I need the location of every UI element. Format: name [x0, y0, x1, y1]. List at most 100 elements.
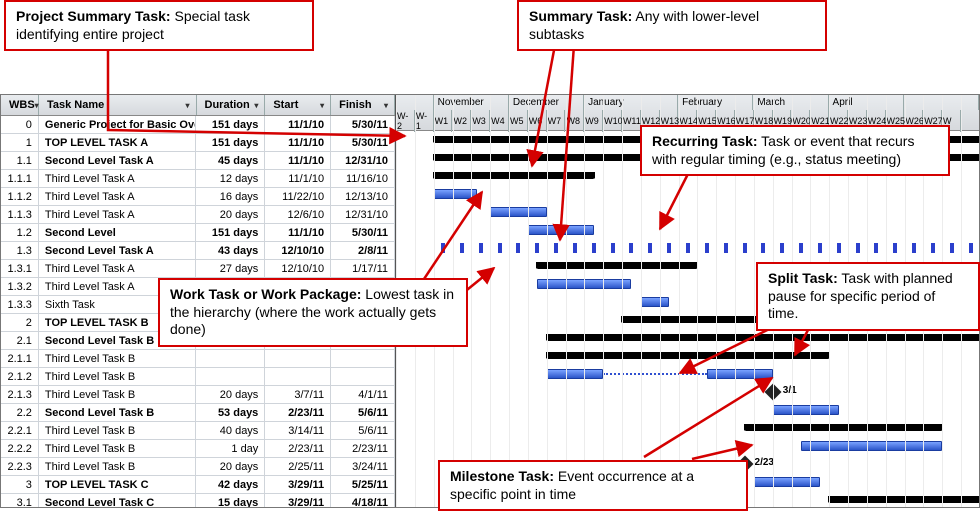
table-row[interactable]: 2.2Second Level Task B53 days2/23/115/6/… — [1, 404, 395, 422]
cell-wbs[interactable]: 1.3 — [1, 242, 39, 260]
cell-dur[interactable]: 27 days — [196, 260, 265, 278]
recurring-task-tick[interactable] — [460, 243, 464, 253]
cell-wbs[interactable]: 1.1.2 — [1, 188, 39, 206]
cell-dur[interactable]: 151 days — [196, 116, 265, 134]
table-row[interactable]: 3TOP LEVEL TASK C42 days3/29/115/25/11 — [1, 476, 395, 494]
recurring-task-tick[interactable] — [498, 243, 502, 253]
table-row[interactable]: 1TOP LEVEL TASK A151 days11/1/105/30/11 — [1, 134, 395, 152]
cell-finish[interactable]: 5/6/11 — [331, 404, 395, 422]
cell-dur[interactable]: 43 days — [196, 242, 265, 260]
recurring-task-tick[interactable] — [535, 243, 539, 253]
cell-dur[interactable]: 151 days — [196, 224, 265, 242]
cell-finish[interactable]: 5/25/11 — [331, 476, 395, 494]
col-header-start[interactable]: Start▾ — [265, 95, 331, 115]
cell-finish[interactable] — [331, 350, 395, 368]
recurring-task-tick[interactable] — [479, 243, 483, 253]
cell-finish[interactable]: 5/30/11 — [331, 116, 395, 134]
table-row[interactable]: 1.3Second Level Task A43 days12/10/102/8… — [1, 242, 395, 260]
cell-start[interactable] — [265, 350, 331, 368]
summary-task-bar[interactable] — [547, 352, 830, 359]
cell-finish[interactable]: 5/30/11 — [331, 224, 395, 242]
cell-name[interactable]: Generic Project for Basic Overview — [39, 116, 197, 134]
cell-wbs[interactable]: 1.2 — [1, 224, 39, 242]
cell-finish[interactable]: 2/8/11 — [331, 242, 395, 260]
cell-start[interactable]: 3/29/11 — [265, 494, 331, 507]
recurring-task-tick[interactable] — [648, 243, 652, 253]
cell-start[interactable]: 2/23/11 — [265, 440, 331, 458]
cell-dur[interactable]: 42 days — [196, 476, 265, 494]
cell-wbs[interactable]: 2.2.2 — [1, 440, 39, 458]
cell-wbs[interactable]: 2.2.3 — [1, 458, 39, 476]
table-row[interactable]: 0Generic Project for Basic Overview151 d… — [1, 116, 395, 134]
work-task-bar[interactable] — [801, 441, 942, 451]
recurring-task-tick[interactable] — [743, 243, 747, 253]
cell-wbs[interactable]: 2.2 — [1, 404, 39, 422]
table-row[interactable]: 3.1Second Level Task C15 days3/29/114/18… — [1, 494, 395, 507]
recurring-task-tick[interactable] — [912, 243, 916, 253]
recurring-task-tick[interactable] — [516, 243, 520, 253]
cell-name[interactable]: Second Level Task C — [39, 494, 197, 507]
cell-name[interactable]: Third Level Task A — [39, 260, 197, 278]
cell-name[interactable]: Third Level Task B — [39, 422, 197, 440]
recurring-task-tick[interactable] — [611, 243, 615, 253]
cell-finish[interactable]: 4/18/11 — [331, 494, 395, 507]
summary-task-bar[interactable] — [547, 334, 979, 341]
table-row[interactable]: 2.1.2Third Level Task B — [1, 368, 395, 386]
cell-wbs[interactable]: 1.1.3 — [1, 206, 39, 224]
work-task-bar[interactable] — [490, 207, 547, 217]
cell-finish[interactable]: 3/24/11 — [331, 458, 395, 476]
recurring-task-tick[interactable] — [893, 243, 897, 253]
table-row[interactable]: 1.3.1Third Level Task A27 days12/10/101/… — [1, 260, 395, 278]
cell-name[interactable]: Third Level Task B — [39, 386, 197, 404]
cell-wbs[interactable]: 2.1.2 — [1, 368, 39, 386]
recurring-task-tick[interactable] — [667, 243, 671, 253]
recurring-task-tick[interactable] — [629, 243, 633, 253]
cell-start[interactable]: 12/10/10 — [265, 260, 331, 278]
cell-dur[interactable]: 15 days — [196, 494, 265, 507]
cell-finish[interactable]: 12/31/10 — [331, 152, 395, 170]
recurring-task-tick[interactable] — [931, 243, 935, 253]
cell-dur[interactable]: 20 days — [196, 386, 265, 404]
cell-wbs[interactable]: 0 — [1, 116, 39, 134]
table-row[interactable]: 1.1Second Level Task A45 days11/1/1012/3… — [1, 152, 395, 170]
work-task-bar[interactable] — [641, 297, 669, 307]
cell-name[interactable]: Third Level Task B — [39, 458, 197, 476]
cell-dur[interactable]: 16 days — [196, 188, 265, 206]
cell-dur[interactable]: 20 days — [196, 206, 265, 224]
recurring-task-tick[interactable] — [780, 243, 784, 253]
cell-dur[interactable]: 45 days — [196, 152, 265, 170]
cell-wbs[interactable]: 1.3.1 — [1, 260, 39, 278]
cell-start[interactable]: 2/25/11 — [265, 458, 331, 476]
cell-name[interactable]: Third Level Task A — [39, 206, 197, 224]
cell-finish[interactable]: 4/1/11 — [331, 386, 395, 404]
recurring-task-tick[interactable] — [950, 243, 954, 253]
cell-dur[interactable]: 40 days — [196, 422, 265, 440]
col-header-finish[interactable]: Finish▾ — [331, 95, 395, 115]
cell-name[interactable]: TOP LEVEL TASK C — [39, 476, 197, 494]
cell-name[interactable]: Third Level Task B — [39, 350, 197, 368]
cell-wbs[interactable]: 3.1 — [1, 494, 39, 507]
cell-name[interactable]: TOP LEVEL TASK A — [39, 134, 197, 152]
cell-start[interactable]: 11/22/10 — [265, 188, 331, 206]
col-header-duration[interactable]: Duration▾ — [197, 95, 266, 115]
cell-dur[interactable]: 20 days — [196, 458, 265, 476]
summary-task-bar[interactable] — [537, 262, 697, 269]
cell-wbs[interactable]: 2.1 — [1, 332, 39, 350]
cell-finish[interactable]: 5/30/11 — [331, 134, 395, 152]
cell-dur[interactable]: 151 days — [196, 134, 265, 152]
cell-wbs[interactable]: 1.1.1 — [1, 170, 39, 188]
table-row[interactable]: 1.1.2Third Level Task A16 days11/22/1012… — [1, 188, 395, 206]
cell-start[interactable]: 11/1/10 — [265, 152, 331, 170]
table-row[interactable]: 2.2.2Third Level Task B1 day2/23/112/23/… — [1, 440, 395, 458]
recurring-task-tick[interactable] — [686, 243, 690, 253]
cell-finish[interactable]: 11/16/10 — [331, 170, 395, 188]
recurring-task-tick[interactable] — [724, 243, 728, 253]
cell-start[interactable]: 11/1/10 — [265, 170, 331, 188]
recurring-task-tick[interactable] — [573, 243, 577, 253]
table-row[interactable]: 2.2.3Third Level Task B20 days2/25/113/2… — [1, 458, 395, 476]
cell-wbs[interactable]: 1 — [1, 134, 39, 152]
cell-wbs[interactable]: 2.1.1 — [1, 350, 39, 368]
recurring-task-tick[interactable] — [874, 243, 878, 253]
cell-finish[interactable]: 12/31/10 — [331, 206, 395, 224]
cell-dur[interactable]: 12 days — [196, 170, 265, 188]
